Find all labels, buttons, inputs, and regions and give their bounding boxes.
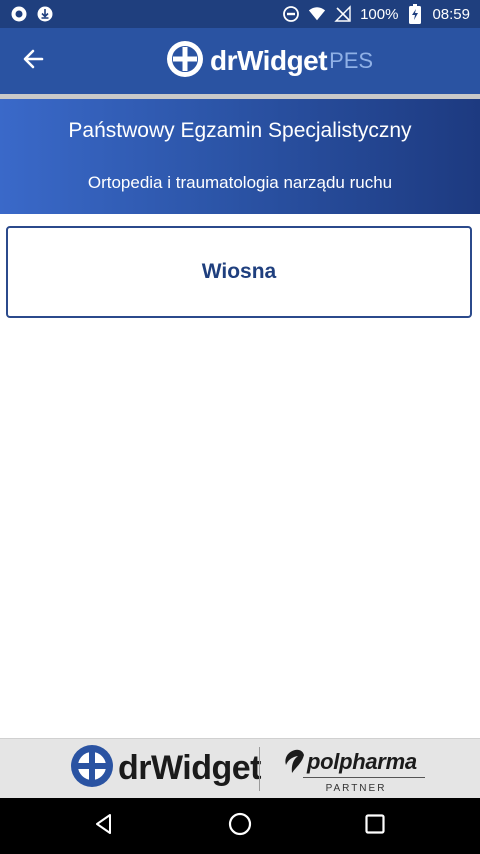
wifi-icon	[308, 5, 326, 23]
home-circle-icon	[227, 811, 253, 842]
battery-percentage: 100%	[360, 5, 399, 23]
exam-header: Państwowy Egzamin Specjalistyczny Ortope…	[0, 99, 480, 214]
footer-banner: drWidget polpharma PARTNER	[0, 738, 480, 798]
drwidget-emblem-icon	[166, 40, 204, 83]
session-label: Wiosna	[201, 260, 277, 283]
no-signal-icon	[334, 5, 352, 23]
footer-logo-text: drWidget	[118, 748, 262, 787]
recents-square-icon	[364, 813, 386, 840]
back-button[interactable]	[14, 42, 52, 80]
drwidget-emblem-icon	[70, 744, 114, 793]
download-icon	[36, 5, 54, 23]
app-logo: drWidget PES	[166, 40, 373, 82]
navigation-bar	[0, 798, 480, 854]
nav-back-button[interactable]	[86, 808, 122, 844]
exam-title: Państwowy Egzamin Specjalistyczny	[68, 119, 412, 142]
app-bar: drWidget PES	[0, 28, 480, 94]
partner-name: polpharma	[307, 749, 417, 774]
footer-divider	[259, 747, 260, 791]
partner-caption: PARTNER	[325, 783, 387, 794]
notification-circle-icon	[10, 5, 28, 23]
footer-drwidget-logo: drWidget	[70, 744, 262, 793]
polpharma-emblem-icon	[283, 749, 305, 780]
exam-subtitle: Ortopedia i traumatologia narządu ruchu	[87, 173, 393, 192]
back-triangle-icon	[92, 812, 116, 841]
nav-home-button[interactable]	[222, 808, 258, 844]
status-bar-left	[10, 5, 54, 23]
status-bar-right: 100% 08:59	[282, 4, 470, 24]
partner-underline	[303, 777, 425, 778]
app-logo-text: drWidget	[210, 45, 328, 76]
battery-charging-icon	[406, 4, 424, 24]
nav-recents-button[interactable]	[357, 808, 393, 844]
status-bar: 100% 08:59	[0, 0, 480, 28]
partner-logo: polpharma PARTNER	[283, 745, 433, 795]
app-logo-suffix: PES	[329, 48, 374, 73]
do-not-disturb-icon	[282, 5, 300, 23]
clock: 08:59	[432, 5, 470, 23]
session-card-wiosna[interactable]: Wiosna	[6, 226, 472, 318]
arrow-back-icon	[22, 48, 44, 75]
